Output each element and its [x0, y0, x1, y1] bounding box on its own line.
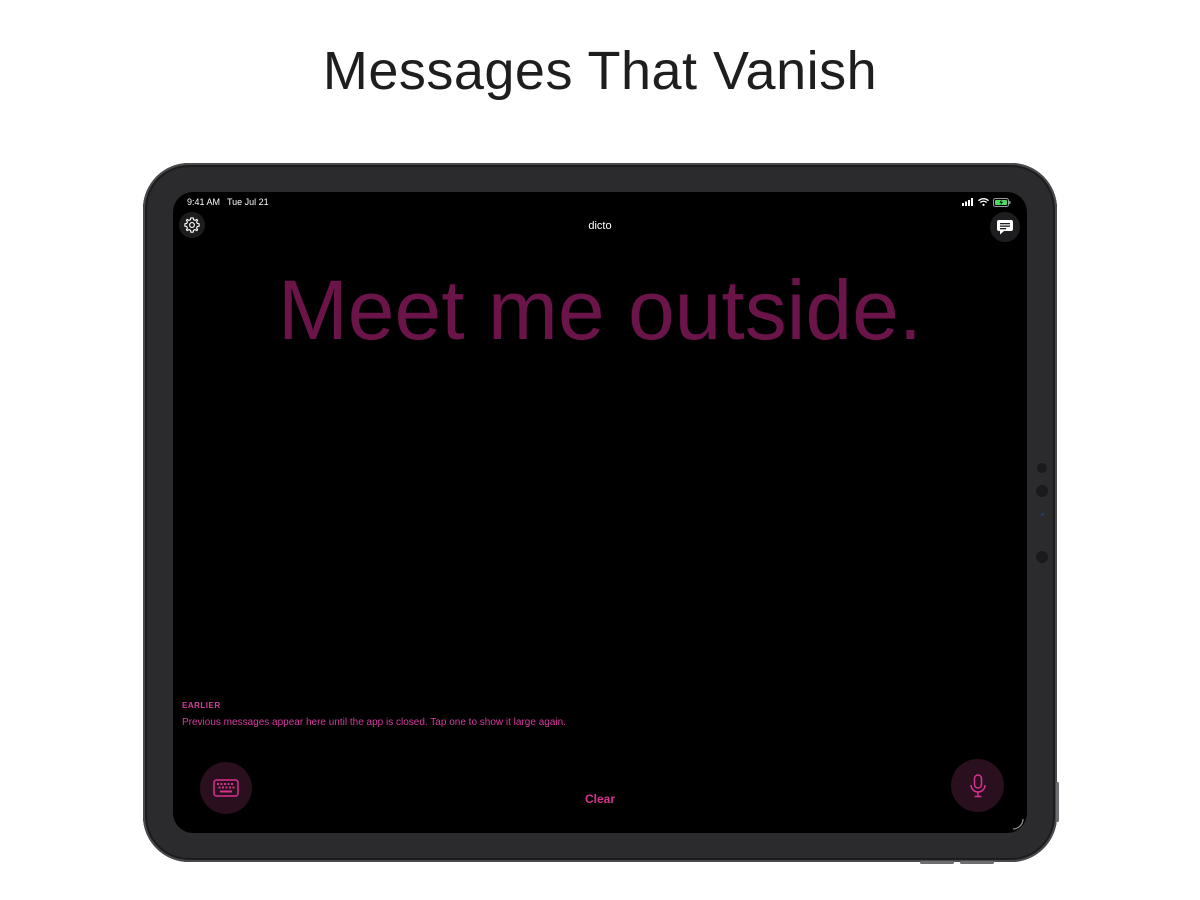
clear-button[interactable]: Clear [550, 792, 650, 806]
chat-bubble-icon [997, 219, 1013, 234]
microphone-button[interactable] [951, 759, 1004, 812]
status-icons [962, 197, 1011, 207]
current-message: Meet me outside. [277, 263, 923, 357]
camera-lens [1036, 485, 1048, 497]
volume-button [1056, 782, 1059, 822]
battery-charging-icon [993, 197, 1011, 207]
status-time: 9:41 AM [187, 197, 221, 207]
camera-sensor [1037, 463, 1047, 473]
resize-handle-icon [1012, 818, 1024, 830]
page-title: Messages That Vanish [322, 41, 878, 101]
app-screen: 9:41 AM Tue Jul 21 dicto Meet me outside… [173, 192, 1027, 833]
earlier-section-label: EARLIER [182, 701, 221, 710]
cellular-signal-icon [962, 198, 973, 206]
wifi-icon [978, 198, 989, 206]
keyboard-icon [213, 779, 239, 797]
camera-indicator [1041, 513, 1044, 516]
status-date: Tue Jul 21 [227, 197, 269, 207]
app-title: dicto [588, 220, 612, 232]
microphone-icon [969, 773, 986, 797]
messages-button[interactable] [990, 212, 1020, 242]
camera-lens-2 [1036, 551, 1048, 563]
top-button-2 [960, 861, 994, 864]
keyboard-button[interactable] [200, 762, 252, 814]
earlier-hint-text: Previous messages appear here until the … [182, 717, 566, 728]
top-button [920, 861, 954, 864]
